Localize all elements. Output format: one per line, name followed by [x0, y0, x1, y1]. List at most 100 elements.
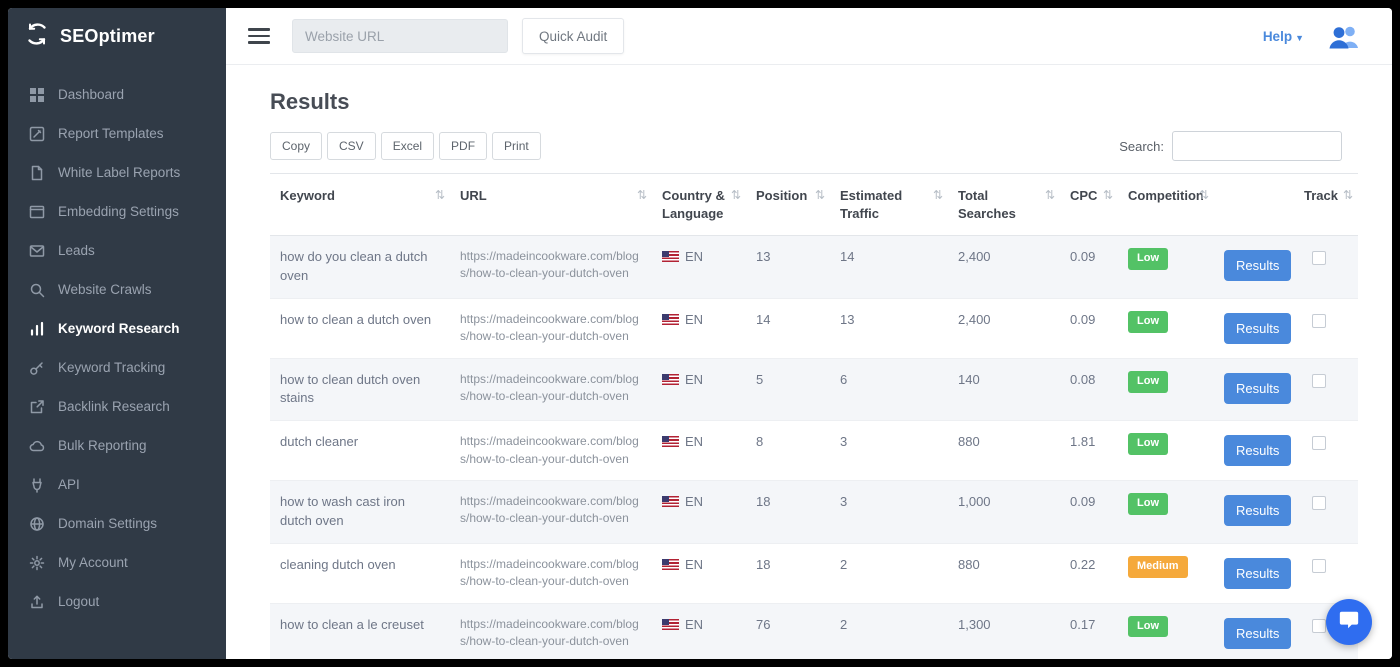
quick-audit-button[interactable]: Quick Audit — [522, 18, 624, 54]
country-language-cell: EN — [652, 236, 746, 299]
column-header-label: Competition — [1128, 188, 1204, 203]
chat-button[interactable] — [1326, 599, 1372, 645]
position-cell: 13 — [746, 236, 830, 299]
keyword-cell: how to wash cast iron dutch oven — [270, 481, 450, 544]
print-button[interactable]: Print — [492, 132, 541, 160]
language-code: EN — [685, 372, 703, 387]
sidebar-item-backlink-research[interactable]: Backlink Research — [8, 387, 226, 426]
sort-icon: ⇅ — [1045, 187, 1055, 203]
sidebar-item-white-label-reports[interactable]: White Label Reports — [8, 153, 226, 192]
column-header-position[interactable]: Position ⇅ — [746, 174, 830, 236]
results-button[interactable]: Results — [1224, 558, 1291, 589]
results-button[interactable]: Results — [1224, 435, 1291, 466]
track-checkbox[interactable] — [1312, 559, 1326, 573]
results-table: Keyword ⇅ URL ⇅ Country & Language ⇅ Pos… — [270, 173, 1358, 659]
us-flag-icon — [662, 619, 679, 630]
results-button[interactable]: Results — [1224, 313, 1291, 344]
app-window: SEOptimer Dashboard Report Templates Whi… — [8, 8, 1392, 659]
us-flag-icon — [662, 436, 679, 447]
column-header-label: Keyword — [280, 188, 335, 203]
results-button[interactable]: Results — [1224, 495, 1291, 526]
track-checkbox[interactable] — [1312, 496, 1326, 510]
column-header-keyword[interactable]: Keyword ⇅ — [270, 174, 450, 236]
sidebar-nav: Dashboard Report Templates White Label R… — [8, 65, 226, 621]
sidebar-item-embedding-settings[interactable]: Embedding Settings — [8, 192, 226, 231]
results-button[interactable]: Results — [1224, 373, 1291, 404]
seoptimer-logo-icon — [24, 21, 50, 52]
leads-icon — [28, 242, 45, 259]
hamburger-menu-icon[interactable] — [248, 28, 270, 44]
white-label-reports-icon — [28, 164, 45, 181]
language-code: EN — [685, 617, 703, 632]
sidebar-item-website-crawls[interactable]: Website Crawls — [8, 270, 226, 309]
report-templates-icon — [28, 125, 45, 142]
keyword-cell: dutch cleaner — [270, 421, 450, 481]
search-input[interactable] — [1172, 131, 1342, 161]
sidebar-item-label: API — [58, 477, 80, 492]
total-searches-cell: 880 — [948, 543, 1060, 603]
track-checkbox[interactable] — [1312, 436, 1326, 450]
url-cell: https://madeincookware.com/blogs/how-to-… — [450, 543, 652, 603]
csv-button[interactable]: CSV — [327, 132, 376, 160]
api-icon — [28, 476, 45, 493]
domain-settings-icon — [28, 515, 45, 532]
track-checkbox[interactable] — [1312, 374, 1326, 388]
sidebar-item-keyword-tracking[interactable]: Keyword Tracking — [8, 348, 226, 387]
position-cell: 18 — [746, 481, 830, 544]
country-language-cell: EN — [652, 543, 746, 603]
estimated-traffic-cell: 13 — [830, 298, 948, 358]
sidebar-item-keyword-research[interactable]: Keyword Research — [8, 309, 226, 348]
column-header-country-language[interactable]: Country & Language ⇅ — [652, 174, 746, 236]
my-account-icon — [28, 554, 45, 571]
us-flag-icon — [662, 374, 679, 385]
excel-button[interactable]: Excel — [381, 132, 434, 160]
track-checkbox[interactable] — [1312, 251, 1326, 265]
total-searches-cell: 1,000 — [948, 481, 1060, 544]
column-header-label: Total Searches — [958, 188, 1016, 221]
backlink-research-icon — [28, 398, 45, 415]
website-url-input[interactable] — [292, 19, 508, 53]
copy-button[interactable]: Copy — [270, 132, 322, 160]
sidebar-item-logout[interactable]: Logout — [8, 582, 226, 621]
total-searches-cell: 1,300 — [948, 603, 1060, 659]
estimated-traffic-cell: 2 — [830, 603, 948, 659]
column-header-results — [1214, 174, 1294, 236]
sidebar-item-bulk-reporting[interactable]: Bulk Reporting — [8, 426, 226, 465]
table-row: how do you clean a dutch oven https://ma… — [270, 236, 1358, 299]
competition-badge: Low — [1128, 311, 1168, 333]
total-searches-cell: 880 — [948, 421, 1060, 481]
estimated-traffic-cell: 3 — [830, 421, 948, 481]
table-row: dutch cleaner https://madeincookware.com… — [270, 421, 1358, 481]
track-checkbox[interactable] — [1312, 619, 1326, 633]
column-header-url[interactable]: URL ⇅ — [450, 174, 652, 236]
sort-icon: ⇅ — [637, 187, 647, 203]
column-header-total-searches[interactable]: Total Searches ⇅ — [948, 174, 1060, 236]
keyword-tracking-icon — [28, 359, 45, 376]
track-checkbox[interactable] — [1312, 314, 1326, 328]
sidebar-item-leads[interactable]: Leads — [8, 231, 226, 270]
seoptimer-logo[interactable]: SEOptimer — [8, 8, 226, 65]
sidebar-item-domain-settings[interactable]: Domain Settings — [8, 504, 226, 543]
column-header-cpc[interactable]: CPC ⇅ — [1060, 174, 1118, 236]
sidebar-item-api[interactable]: API — [8, 465, 226, 504]
pdf-button[interactable]: PDF — [439, 132, 487, 160]
position-cell: 76 — [746, 603, 830, 659]
position-cell: 18 — [746, 543, 830, 603]
column-header-estimated-traffic[interactable]: Estimated Traffic ⇅ — [830, 174, 948, 236]
language-code: EN — [685, 494, 703, 509]
help-menu[interactable]: Help▼ — [1263, 29, 1304, 44]
estimated-traffic-cell: 3 — [830, 481, 948, 544]
sidebar-item-label: Leads — [58, 243, 95, 258]
country-language-cell: EN — [652, 481, 746, 544]
column-header-track[interactable]: Track ⇅ — [1294, 174, 1358, 236]
sidebar-item-my-account[interactable]: My Account — [8, 543, 226, 582]
column-header-competition[interactable]: Competition ⇅ — [1118, 174, 1214, 236]
user-account-icon[interactable] — [1328, 24, 1362, 49]
results-button[interactable]: Results — [1224, 618, 1291, 649]
column-header-label: URL — [460, 188, 487, 203]
sidebar-item-dashboard[interactable]: Dashboard — [8, 75, 226, 114]
sidebar-item-report-templates[interactable]: Report Templates — [8, 114, 226, 153]
results-button[interactable]: Results — [1224, 250, 1291, 281]
keyword-cell: how to clean a dutch oven — [270, 298, 450, 358]
dashboard-icon — [28, 86, 45, 103]
